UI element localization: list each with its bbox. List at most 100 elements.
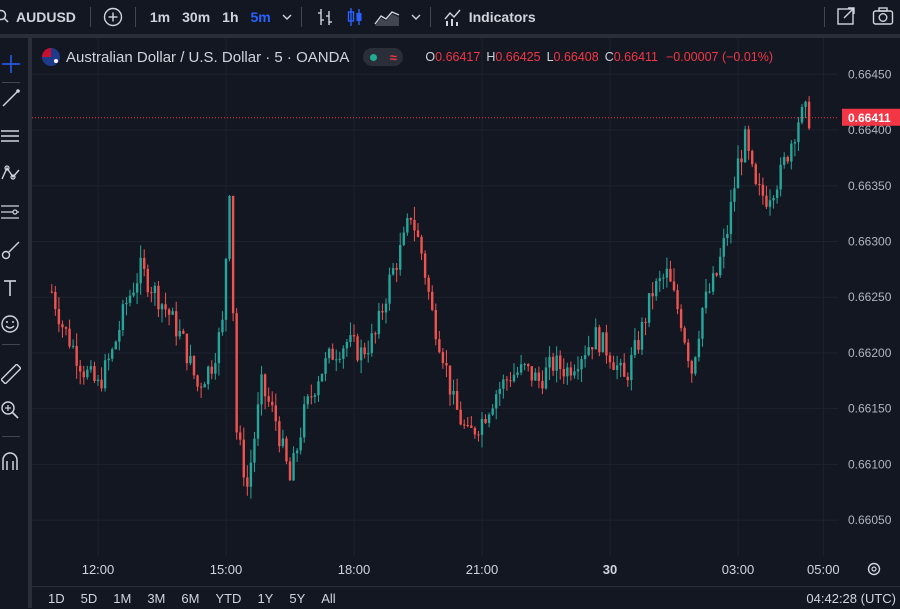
pattern-icon[interactable]	[0, 162, 22, 186]
toolbar-divider	[89, 7, 91, 27]
indicators-button[interactable]: Indicators	[469, 9, 536, 25]
candle-body	[580, 359, 583, 370]
candle-body	[647, 293, 651, 323]
price-chart[interactable]: 0.664500.664000.663500.663000.662500.662…	[32, 38, 900, 586]
candle-body	[107, 358, 110, 361]
zoom-icon[interactable]	[0, 398, 22, 422]
interval-1h[interactable]: 1h	[222, 9, 238, 25]
candle-body	[54, 291, 57, 310]
candle-body	[605, 332, 608, 356]
emoji-icon[interactable]	[0, 312, 22, 336]
candle-body	[701, 308, 704, 339]
candle-body	[68, 328, 71, 347]
candle-body	[512, 374, 516, 382]
range-1y[interactable]: 1Y	[257, 591, 273, 606]
area-style-icon[interactable]	[374, 7, 400, 27]
chevron-down-icon[interactable]	[281, 11, 293, 23]
candle-body	[175, 311, 178, 337]
candle-body	[687, 342, 690, 362]
candle-body	[86, 369, 89, 378]
chart-settings-icon[interactable]	[867, 562, 881, 576]
candle-body	[633, 340, 637, 355]
candle-body	[327, 348, 331, 359]
candle-body	[71, 345, 75, 347]
candle-body	[338, 358, 341, 360]
candle-body	[576, 369, 580, 372]
time-axis: 12:00 15:00 18:00 21:00 30 03:00 05:00	[82, 562, 840, 577]
candle-body	[487, 414, 491, 423]
candle-body	[402, 232, 405, 246]
candle-body	[537, 372, 541, 381]
market-status[interactable]: ≈	[363, 48, 404, 66]
camera-icon[interactable]	[872, 6, 894, 26]
candle-body	[690, 361, 693, 374]
chevron-down-icon[interactable]	[410, 11, 422, 23]
range-ytd[interactable]: YTD	[215, 591, 241, 606]
candle-body	[530, 366, 533, 381]
range-1d[interactable]: 1D	[48, 591, 65, 606]
candle-body	[256, 404, 260, 439]
candle-body	[708, 291, 711, 293]
candle-body	[132, 292, 135, 296]
candle-body	[89, 366, 93, 370]
range-all[interactable]: All	[321, 591, 335, 606]
brush-icon[interactable]	[0, 238, 22, 262]
candle-body	[303, 404, 306, 438]
candle-body	[477, 434, 480, 436]
horizontal-lines-icon[interactable]	[0, 124, 22, 148]
candle-body	[349, 335, 352, 342]
candle-body	[75, 345, 78, 366]
candle-body	[484, 419, 487, 423]
candle-body	[569, 367, 573, 376]
add-compare-icon[interactable]	[103, 7, 123, 27]
trend-line-icon[interactable]	[0, 86, 22, 110]
tool-divider	[2, 82, 20, 83]
utc-clock[interactable]: 04:42:28 (UTC)	[806, 591, 896, 606]
candle-body	[167, 309, 171, 315]
magnet-icon[interactable]	[0, 450, 22, 474]
range-1m[interactable]: 1M	[113, 591, 131, 606]
chart-title[interactable]: Australian Dollar / U.S. Dollar · 5 · OA…	[66, 49, 349, 66]
last-price-label: 0.66411	[848, 111, 891, 125]
low-value: 0.66408	[553, 50, 599, 64]
candle-body	[466, 424, 469, 426]
interval-1m[interactable]: 1m	[150, 9, 170, 25]
toolbar-divider	[134, 7, 136, 27]
candle-body	[452, 390, 455, 395]
range-3m[interactable]: 3M	[147, 591, 165, 606]
candle-body	[559, 355, 562, 369]
range-5d[interactable]: 5D	[81, 591, 98, 606]
chart-legend: Australian Dollar / U.S. Dollar · 5 · OA…	[42, 46, 773, 68]
snapshot-frame-icon[interactable]	[836, 6, 856, 26]
candle-body	[146, 268, 149, 293]
candle-body	[388, 274, 391, 304]
toolbar-divider	[429, 7, 431, 27]
search-icon[interactable]	[0, 9, 12, 26]
text-icon[interactable]	[0, 276, 22, 300]
candle-body	[551, 356, 555, 371]
crosshair-icon[interactable]	[0, 52, 22, 76]
indicators-icon[interactable]	[443, 7, 463, 27]
candle-body	[751, 150, 754, 165]
symbol-name[interactable]: AUDUSD	[16, 9, 76, 25]
tool-divider	[2, 344, 20, 345]
range-5y[interactable]: 5Y	[289, 591, 305, 606]
fib-icon[interactable]	[0, 200, 22, 224]
candle-body	[267, 396, 270, 402]
interval-5m[interactable]: 5m	[251, 9, 271, 25]
candle-body	[278, 421, 281, 447]
candle-body	[157, 285, 160, 310]
ruler-icon[interactable]	[0, 362, 22, 386]
candle-body	[498, 388, 501, 395]
price-tick-label: 0.66200	[848, 346, 892, 360]
candle-body	[626, 376, 629, 381]
candle-body	[359, 347, 363, 361]
range-6m[interactable]: 6M	[181, 591, 199, 606]
bar-style-icon[interactable]	[316, 7, 334, 27]
market-open-dot	[369, 53, 377, 61]
candle-body	[786, 156, 789, 162]
candle-body	[189, 355, 192, 364]
candle-body	[285, 438, 288, 462]
interval-30m[interactable]: 30m	[182, 9, 210, 25]
candle-style-icon[interactable]	[346, 7, 364, 27]
